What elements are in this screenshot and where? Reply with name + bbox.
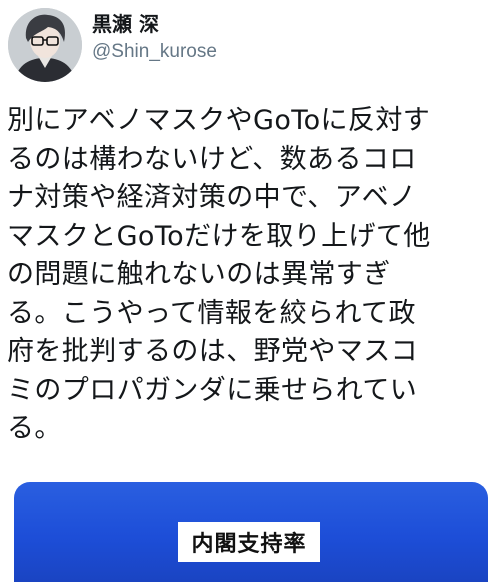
tweet-text-line: の問題に触れないのは異常すぎ — [7, 259, 391, 290]
user-handle[interactable]: @Shin_kurose — [92, 39, 217, 65]
media-title: 内閣支持率 — [191, 532, 307, 557]
tweet-text-line: ナ対策や経済対策の中で、アベノ — [7, 182, 417, 213]
display-name[interactable]: 黒瀬 深 — [92, 11, 217, 37]
avatar-image-icon — [8, 8, 82, 82]
tweet-text: 別にアベノマスクやGoToに反対す るのは構わないけど、数あるコロ ナ対策や経済… — [7, 102, 495, 449]
tweet-text-line: ミのプロパガンダに乗せられてい — [7, 374, 418, 406]
tweet-text-line: マスクとGoToだけを取り上げて他 — [7, 220, 431, 252]
avatar[interactable] — [8, 8, 82, 82]
tweet-text-line: 府を批判するのは、野党やマスコ — [7, 336, 418, 367]
tweet-text-line: る。こうやって情報を絞られて政 — [7, 297, 416, 329]
tweet-text-line: るのは構わないけど、数あるコロ — [7, 143, 417, 175]
tweet-media-image[interactable]: 内閣支持率 — [14, 482, 488, 582]
tweet-header: 黒瀬 深 @Shin_kurose — [8, 8, 492, 82]
tweet-text-line: 別にアベノマスクやGoToに反対す — [7, 105, 431, 136]
user-names: 黒瀬 深 @Shin_kurose — [92, 11, 217, 65]
media-title-box: 内閣支持率 — [178, 522, 320, 562]
tweet-text-line: る。 — [7, 413, 62, 444]
tweet: 黒瀬 深 @Shin_kurose 別にアベノマスクやGoToに反対す るのは構… — [0, 0, 500, 582]
